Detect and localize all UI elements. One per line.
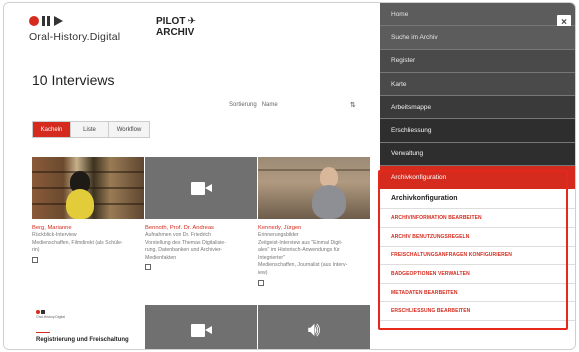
registration-title[interactable]: Registrierung und Freischaltung [36,337,129,343]
select-checkbox[interactable] [145,264,151,271]
record-icon [36,310,40,314]
tab-kacheln[interactable]: Kacheln [33,122,71,137]
menu-item-archive-config[interactable]: Archivkonfiguration [380,166,575,190]
video-camera-icon [191,181,212,195]
site-logo[interactable]: Oral-History.Digital [29,15,120,43]
meta-line: Medienschaffen, Filmdirekt (als Schüle- [32,239,123,246]
archive-config-submenu: Archivkonfiguration ARCHIVINFORMATION BE… [380,189,575,321]
submenu-edit-indexing[interactable]: ERSCHLIESSUNG BEARBEITEN [380,302,575,321]
interview-card[interactable] [145,305,257,349]
meta-line: Integrierter" [258,254,285,261]
interview-card[interactable]: Berg, Marianne Rückblick-Interview Medie… [32,157,144,263]
video-camera-icon [191,323,212,337]
logo-icons [29,15,120,27]
interview-name[interactable]: Kennedy, Jürgen [258,225,370,231]
submenu-configure-requests[interactable]: FREISCHALTUNGSANFRAGEN KONFIGURIEREN [380,247,575,266]
menu-item-home[interactable]: Home [380,3,575,27]
interview-count: 10 Interviews [32,72,115,88]
submenu-manage-badges[interactable]: BADGEOPTIONEN VERWALTEN [380,265,575,284]
logo-text: Oral-History.Digital [29,31,121,43]
interview-meta: Rückblick-Interview Medienschaffen, Film… [32,232,144,255]
menu-item-administration[interactable]: Verwaltung [380,142,575,167]
meta-line: Aufnahmen von Dr. Friedrich [145,232,212,238]
interview-meta: Aufnahmen von Dr. Friedrich Vorstellung … [145,232,257,262]
sort-label: Sortierung [229,102,257,108]
meta-line: iew) [258,269,268,276]
meta-line: Medienschaffen, Journalist (aus Interv- [258,262,348,269]
select-checkbox[interactable] [32,256,38,263]
meta-line: Zeitgeist-Interview aus "Einmal Digit- [258,239,343,246]
audio-icon: 🔊︎ [307,319,321,341]
interview-thumbnail[interactable] [32,157,144,219]
side-menu: Home × Suche im Archiv Register Karte Ar… [380,3,575,349]
interview-thumbnail[interactable] [145,305,257,349]
menu-item-indexing[interactable]: Erschliessung [380,119,575,143]
interview-thumbnail[interactable] [258,157,370,219]
meta-line: Erinnerungsbilder [258,232,299,238]
interview-card[interactable]: Bennoth, Prof. Dr. Andreas Aufnahmen von… [145,157,257,271]
sort-value[interactable]: Name [262,102,278,108]
select-checkbox[interactable] [258,279,264,286]
interview-card[interactable]: 🔊︎ [258,305,370,349]
meta-line: Medienfakten [145,254,177,261]
app-frame: Oral-History.Digital PILOT ✈ ARCHIV 10 In… [3,2,576,350]
interview-card[interactable]: Kennedy, Jürgen Erinnerungsbilder Zeitge… [258,157,370,286]
meta-line: Rückblick-Interview [32,232,77,238]
meta-line: rin) [32,247,40,254]
mini-logo-text: Oral-History.Digital [36,315,66,319]
submenu-title: Archivkonfiguration [380,189,575,210]
sort-control[interactable]: Sortierung Name [229,102,278,108]
meta-line: Vorstellung des Themas Digitalisie- [145,239,226,246]
meta-line: ales" im Historisch-Anwendungs für [258,247,340,254]
interview-thumbnail[interactable] [145,157,257,219]
interview-meta: Erinnerungsbilder Zeitgeist-Interview au… [258,232,370,278]
plane-icon: ✈ [187,16,196,27]
sort-direction-icon[interactable]: ⇅ [350,101,356,109]
interview-name[interactable]: Berg, Marianne [32,225,144,231]
menu-item-workbook[interactable]: Arbeitsmappe [380,96,575,120]
submenu-edit-metadata[interactable]: METADATEN BEARBEITEN [380,284,575,303]
play-icon [54,16,63,26]
submenu-usage-rules[interactable]: ARCHIV BENUTZUNGSREGELN [380,228,575,247]
view-tabs: Kacheln Liste Workflow [32,121,150,138]
tab-workflow[interactable]: Workflow [109,122,149,137]
pilot-archive-logo[interactable]: PILOT ✈ ARCHIV [156,16,196,38]
divider [36,332,50,333]
mini-logo: Oral-History.Digital [36,310,65,319]
submenu-edit-archive-info[interactable]: ARCHIVINFORMATION BEARBEITEN [380,209,575,228]
menu-item-register[interactable]: Register [380,49,575,73]
meta-line: rung, Datenbanken und Archivier- [145,247,223,254]
main-content: Oral-History.Digital PILOT ✈ ARCHIV 10 In… [4,3,380,349]
menu-item-map[interactable]: Karte [380,72,575,97]
pause-icon [42,16,51,26]
interview-thumbnail[interactable]: 🔊︎ [258,305,370,349]
archive-label: ARCHIV [156,27,195,38]
pause-icon [41,310,45,314]
pilot-label: PILOT [156,16,186,27]
menu-item-search[interactable]: Suche im Archiv [380,26,575,50]
tab-liste[interactable]: Liste [71,122,109,137]
interview-name[interactable]: Bennoth, Prof. Dr. Andreas [145,225,257,231]
record-icon [29,16,39,26]
